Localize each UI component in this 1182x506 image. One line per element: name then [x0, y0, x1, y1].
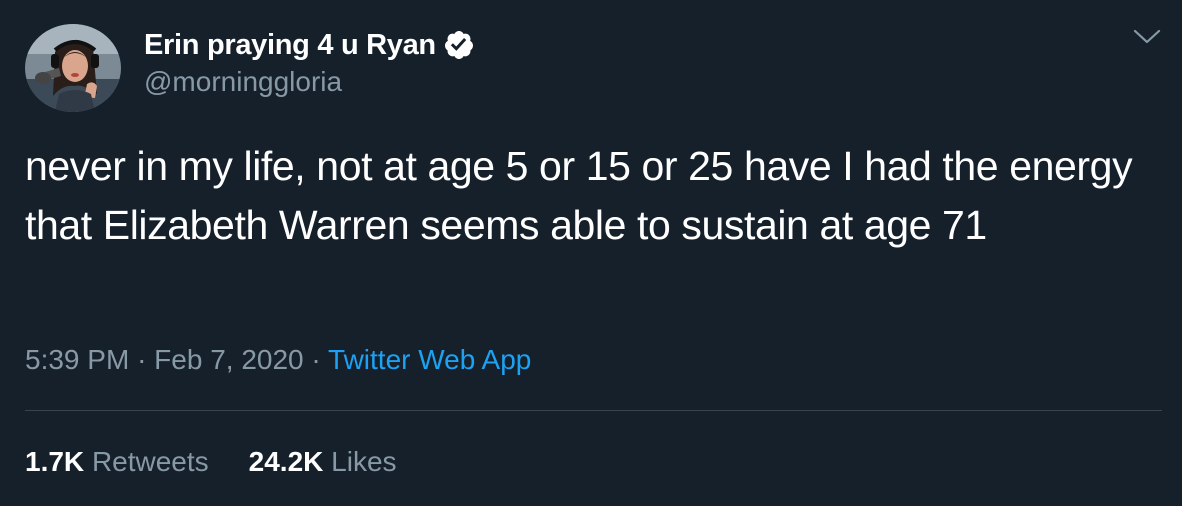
likes-stat[interactable]: 24.2K Likes: [249, 446, 397, 478]
likes-count: 24.2K: [248, 446, 324, 477]
tweet-time[interactable]: 5:39 PM: [25, 344, 129, 375]
retweets-stat[interactable]: 1.7K Retweets: [25, 446, 209, 478]
tweet-source-link[interactable]: Twitter Web App: [328, 344, 531, 375]
tweet-date[interactable]: Feb 7, 2020: [154, 344, 303, 375]
user-handle[interactable]: @morninggloria: [144, 66, 342, 98]
divider: [25, 410, 1162, 411]
engagement-stats: 1.7K Retweets 24.2K Likes: [25, 446, 437, 478]
tweet-text: never in my life, not at age 5 or 15 or …: [25, 143, 1133, 248]
tweet-card: Erin praying 4 u Ryan @morninggloria nev…: [0, 0, 1182, 506]
display-name[interactable]: Erin praying 4 u Ryan: [144, 29, 436, 62]
avatar-image: [25, 24, 121, 112]
meta-separator: ·: [137, 344, 147, 375]
retweets-label: Retweets: [91, 446, 209, 477]
chevron-down-icon[interactable]: [1132, 26, 1162, 48]
likes-label: Likes: [331, 446, 397, 477]
tweet-metadata: 5:39 PM · Feb 7, 2020 · Twitter Web App: [25, 344, 531, 376]
avatar[interactable]: [25, 24, 121, 112]
meta-separator: ·: [311, 344, 321, 375]
display-name-row[interactable]: Erin praying 4 u Ryan: [144, 27, 475, 63]
verified-badge-icon: [444, 31, 473, 59]
retweets-count: 1.7K: [25, 446, 85, 477]
